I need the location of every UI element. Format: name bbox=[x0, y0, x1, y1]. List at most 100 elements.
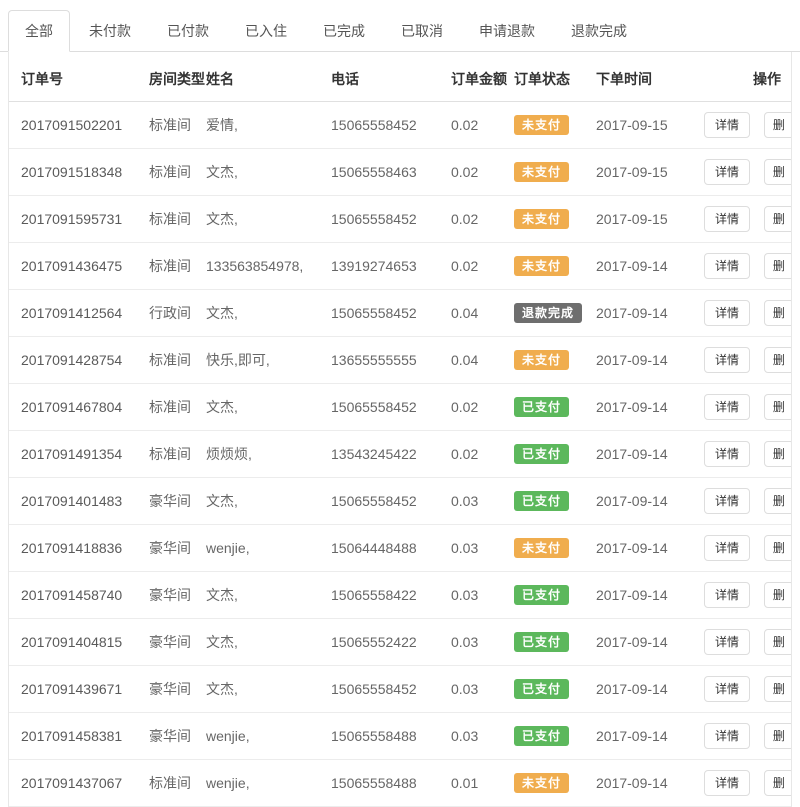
status-cell: 未支付 bbox=[514, 196, 596, 243]
actions-cell: 详情 删 bbox=[704, 384, 791, 431]
phone-cell: 15065558488 bbox=[331, 713, 451, 760]
column-header: 订单状态 bbox=[514, 52, 596, 102]
actions-cell: 详情 删 bbox=[704, 572, 791, 619]
status-cell: 未支付 bbox=[514, 243, 596, 290]
delete-button[interactable]: 删 bbox=[764, 300, 791, 326]
order-number-cell: 2017091437067 bbox=[9, 760, 149, 807]
table-header-row: 订单号房间类型姓名电话订单金额订单状态下单时间操作 bbox=[9, 52, 791, 102]
delete-button[interactable]: 删 bbox=[764, 488, 791, 514]
amount-cell: 0.03 bbox=[451, 666, 514, 713]
delete-button[interactable]: 删 bbox=[764, 159, 791, 185]
room-type-cell: 标准间 bbox=[149, 149, 206, 196]
detail-button[interactable]: 详情 bbox=[704, 112, 750, 138]
status-cell: 已支付 bbox=[514, 619, 596, 666]
order-date-cell: 2017-09-14 bbox=[596, 619, 704, 666]
phone-cell: 15065558452 bbox=[331, 666, 451, 713]
detail-button[interactable]: 详情 bbox=[704, 488, 750, 514]
status-badge: 已支付 bbox=[514, 726, 569, 746]
room-type-cell: 豪华间 bbox=[149, 525, 206, 572]
guest-name-cell: 文杰, bbox=[206, 196, 331, 243]
order-number-cell: 2017091458740 bbox=[9, 572, 149, 619]
guest-name-cell: 133563854978, bbox=[206, 243, 331, 290]
detail-button[interactable]: 详情 bbox=[704, 159, 750, 185]
order-date-cell: 2017-09-14 bbox=[596, 760, 704, 807]
phone-cell: 13655555555 bbox=[331, 337, 451, 384]
detail-button[interactable]: 详情 bbox=[704, 582, 750, 608]
delete-button[interactable]: 删 bbox=[764, 676, 791, 702]
room-type-cell: 豪华间 bbox=[149, 572, 206, 619]
actions-cell: 详情 删 bbox=[704, 619, 791, 666]
order-date-cell: 2017-09-14 bbox=[596, 572, 704, 619]
order-number-cell: 2017091458381 bbox=[9, 713, 149, 760]
detail-button[interactable]: 详情 bbox=[704, 535, 750, 561]
delete-button[interactable]: 删 bbox=[764, 112, 791, 138]
table-row: 2017091502201 标准间 爱情, 15065558452 0.02 未… bbox=[9, 102, 791, 149]
guest-name-cell: 烦烦烦, bbox=[206, 431, 331, 478]
guest-name-cell: 文杰, bbox=[206, 619, 331, 666]
column-header: 操作 bbox=[704, 52, 791, 102]
status-tab-2[interactable]: 未付款 bbox=[72, 10, 148, 52]
detail-button[interactable]: 详情 bbox=[704, 300, 750, 326]
delete-button[interactable]: 删 bbox=[764, 347, 791, 373]
status-badge: 未支付 bbox=[514, 256, 569, 276]
detail-button[interactable]: 详情 bbox=[704, 723, 750, 749]
status-cell: 退款完成 bbox=[514, 290, 596, 337]
delete-button[interactable]: 删 bbox=[764, 629, 791, 655]
delete-button[interactable]: 删 bbox=[764, 441, 791, 467]
status-tab-4[interactable]: 已入住 bbox=[228, 10, 304, 52]
detail-button[interactable]: 详情 bbox=[704, 253, 750, 279]
delete-button[interactable]: 删 bbox=[764, 770, 791, 796]
table-row: 2017091458740 豪华间 文杰, 15065558422 0.03 已… bbox=[9, 572, 791, 619]
status-tab-8[interactable]: 退款完成 bbox=[554, 10, 644, 52]
delete-button[interactable]: 删 bbox=[764, 535, 791, 561]
status-tab-7[interactable]: 申请退款 bbox=[462, 10, 552, 52]
table-row: 2017091518348 标准间 文杰, 15065558463 0.02 未… bbox=[9, 149, 791, 196]
detail-button[interactable]: 详情 bbox=[704, 394, 750, 420]
actions-cell: 详情 删 bbox=[704, 337, 791, 384]
actions-cell: 详情 删 bbox=[704, 713, 791, 760]
table-row: 2017091428754 标准间 快乐,即可, 13655555555 0.0… bbox=[9, 337, 791, 384]
status-tab-3[interactable]: 已付款 bbox=[150, 10, 226, 52]
phone-cell: 15065558422 bbox=[331, 572, 451, 619]
amount-cell: 0.03 bbox=[451, 572, 514, 619]
actions-cell: 详情 删 bbox=[704, 760, 791, 807]
phone-cell: 15065558452 bbox=[331, 384, 451, 431]
delete-button[interactable]: 删 bbox=[764, 394, 791, 420]
detail-button[interactable]: 详情 bbox=[704, 347, 750, 373]
amount-cell: 0.02 bbox=[451, 149, 514, 196]
delete-button[interactable]: 删 bbox=[764, 206, 791, 232]
delete-button[interactable]: 删 bbox=[764, 723, 791, 749]
actions-cell: 详情 删 bbox=[704, 525, 791, 572]
delete-button[interactable]: 删 bbox=[764, 253, 791, 279]
guest-name-cell: 文杰, bbox=[206, 478, 331, 525]
guest-name-cell: 快乐,即可, bbox=[206, 337, 331, 384]
orders-panel: 订单号房间类型姓名电话订单金额订单状态下单时间操作 2017091502201 … bbox=[8, 52, 792, 807]
status-tab-1[interactable]: 全部 bbox=[8, 10, 70, 52]
room-type-cell: 行政间 bbox=[149, 290, 206, 337]
status-tab-5[interactable]: 已完成 bbox=[306, 10, 382, 52]
phone-cell: 15065558463 bbox=[331, 149, 451, 196]
phone-cell: 15065552422 bbox=[331, 619, 451, 666]
phone-cell: 15064448488 bbox=[331, 525, 451, 572]
status-cell: 已支付 bbox=[514, 713, 596, 760]
detail-button[interactable]: 详情 bbox=[704, 206, 750, 232]
status-badge: 未支付 bbox=[514, 773, 569, 793]
order-number-cell: 2017091404815 bbox=[9, 619, 149, 666]
room-type-cell: 标准间 bbox=[149, 760, 206, 807]
guest-name-cell: 文杰, bbox=[206, 384, 331, 431]
delete-button[interactable]: 删 bbox=[764, 582, 791, 608]
status-tab-6[interactable]: 已取消 bbox=[384, 10, 460, 52]
detail-button[interactable]: 详情 bbox=[704, 629, 750, 655]
status-badge: 已支付 bbox=[514, 585, 569, 605]
order-date-cell: 2017-09-14 bbox=[596, 525, 704, 572]
detail-button[interactable]: 详情 bbox=[704, 441, 750, 467]
status-badge: 未支付 bbox=[514, 538, 569, 558]
amount-cell: 0.02 bbox=[451, 102, 514, 149]
order-date-cell: 2017-09-14 bbox=[596, 431, 704, 478]
order-date-cell: 2017-09-14 bbox=[596, 713, 704, 760]
phone-cell: 15065558488 bbox=[331, 760, 451, 807]
actions-cell: 详情 删 bbox=[704, 196, 791, 243]
detail-button[interactable]: 详情 bbox=[704, 770, 750, 796]
detail-button[interactable]: 详情 bbox=[704, 676, 750, 702]
status-badge: 已支付 bbox=[514, 632, 569, 652]
